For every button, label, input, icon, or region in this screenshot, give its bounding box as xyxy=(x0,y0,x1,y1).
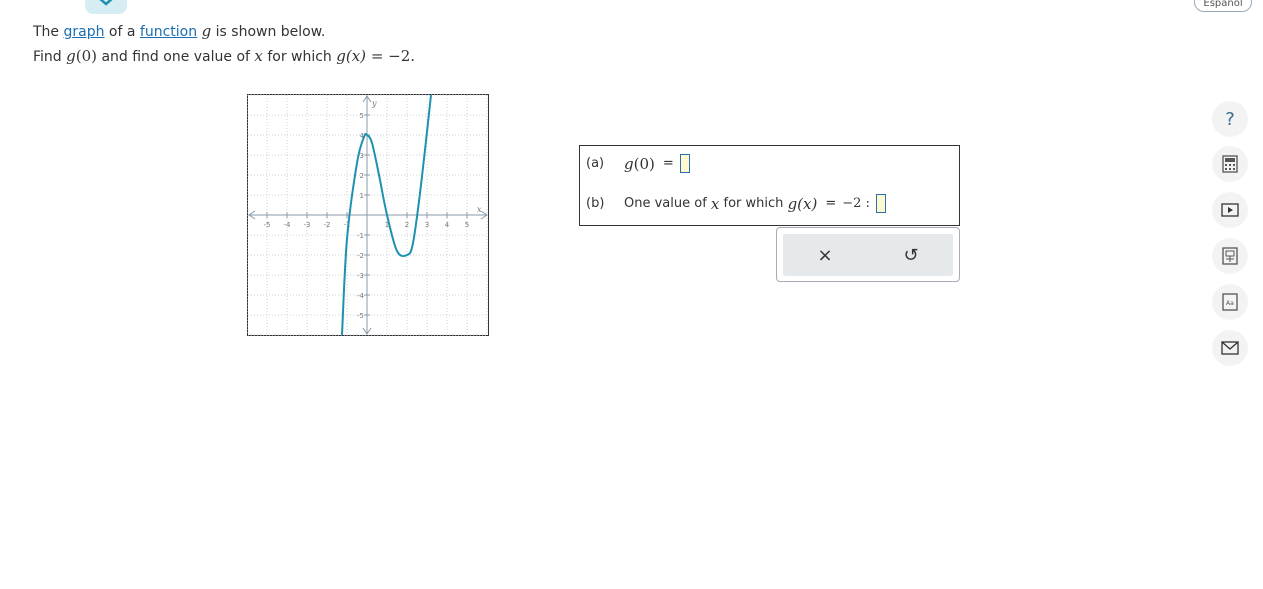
answer-input-b[interactable] xyxy=(875,194,886,213)
textbook-icon xyxy=(1222,247,1238,265)
math-var: x xyxy=(254,47,263,65)
x-tick-label: 2 xyxy=(405,221,409,229)
clear-button[interactable]: × xyxy=(812,242,838,268)
y-tick-label: -5 xyxy=(357,312,364,320)
x-tick-label: -2 xyxy=(324,221,331,229)
tool-bar: × ↺ xyxy=(783,234,953,276)
math-arg: (0) xyxy=(75,47,97,65)
x-tick-label: 3 xyxy=(425,221,429,229)
part-label: (b) xyxy=(586,196,605,211)
math-eq: = −2. xyxy=(366,47,416,65)
y-axis-label: y xyxy=(371,99,377,108)
language-toggle-button[interactable]: Español xyxy=(1194,0,1252,12)
math-var: g xyxy=(336,47,346,65)
equals-sign: = xyxy=(825,196,837,211)
target-value: −2 : xyxy=(842,196,870,211)
function-graph: -5 -4 -3 -2 -1 1 2 3 4 554321-1-2-3-4-5 x y xyxy=(247,94,489,336)
collapse-tab[interactable] xyxy=(85,0,127,14)
prompt-line-1: The graph of a function g is shown below… xyxy=(33,19,415,44)
undo-icon: ↺ xyxy=(903,244,919,266)
answer-tools: × ↺ xyxy=(776,227,960,282)
x-axis-label: x xyxy=(477,205,482,214)
glossary-button[interactable]: Aa xyxy=(1212,284,1248,320)
y-tick-label: -4 xyxy=(357,292,365,300)
math-arg: (0) xyxy=(633,154,655,173)
y-tick-label: -1 xyxy=(357,232,364,240)
glossary-icon: Aa xyxy=(1222,293,1238,311)
prompt-line-2: Find g(0) and find one value of x for wh… xyxy=(33,44,415,69)
function-link[interactable]: function xyxy=(140,24,197,40)
math-var: g xyxy=(787,194,798,213)
answer-input-a[interactable] xyxy=(679,154,690,173)
math-var: x xyxy=(710,194,720,213)
x-tick-label: 5 xyxy=(465,221,469,229)
x-tick-label: -4 xyxy=(284,221,292,229)
answer-panel: (a) g (0) = (b) One value of x for which … xyxy=(579,145,960,226)
answer-row-b: (b) One value of x for which g (x) = −2 : xyxy=(586,194,886,213)
graph-link[interactable]: graph xyxy=(64,24,105,40)
prompt-text: for which xyxy=(262,49,337,65)
chevron-down-icon xyxy=(99,0,113,6)
math-var: g xyxy=(201,22,212,40)
question-prompt: The graph of a function g is shown below… xyxy=(33,19,415,69)
math-arg: (x) xyxy=(797,194,818,213)
equals-sign: = xyxy=(662,156,674,171)
prompt-text: of a xyxy=(104,24,140,40)
close-icon: × xyxy=(817,244,833,266)
help-icon: ? xyxy=(1225,108,1235,130)
textbook-button[interactable] xyxy=(1212,238,1248,274)
math-arg: (x) xyxy=(345,47,367,65)
part-label: (a) xyxy=(586,156,605,171)
y-tick-label: -2 xyxy=(357,252,364,260)
prompt-text: Find xyxy=(33,49,67,65)
help-button[interactable]: ? xyxy=(1212,101,1248,137)
calculator-icon xyxy=(1222,155,1238,173)
message-button[interactable] xyxy=(1212,330,1248,366)
x-tick-label: -5 xyxy=(264,221,271,229)
math-var: g xyxy=(66,47,76,65)
prompt-text: The xyxy=(33,24,64,40)
message-icon xyxy=(1221,341,1239,355)
y-tick-label: 1 xyxy=(360,192,364,200)
svg-text:Aa: Aa xyxy=(1226,300,1234,307)
calculator-button[interactable] xyxy=(1212,146,1248,182)
y-tick-label: 3 xyxy=(360,152,364,160)
undo-button[interactable]: ↺ xyxy=(898,242,924,268)
math-var: g xyxy=(624,154,634,173)
answer-text: One value of xyxy=(624,196,707,211)
y-tick-label: 2 xyxy=(360,172,364,180)
x-tick-label: -3 xyxy=(304,221,311,229)
video-icon xyxy=(1221,203,1239,217)
prompt-text: is shown below. xyxy=(211,24,326,40)
prompt-text: and find one value of xyxy=(97,49,255,65)
y-tick-label: 5 xyxy=(360,112,364,120)
answer-text: for which xyxy=(723,196,784,211)
y-tick-label: -3 xyxy=(357,272,364,280)
answer-row-a: (a) g (0) = xyxy=(586,154,690,173)
x-tick-label: 4 xyxy=(445,221,450,229)
video-button[interactable] xyxy=(1212,192,1248,228)
